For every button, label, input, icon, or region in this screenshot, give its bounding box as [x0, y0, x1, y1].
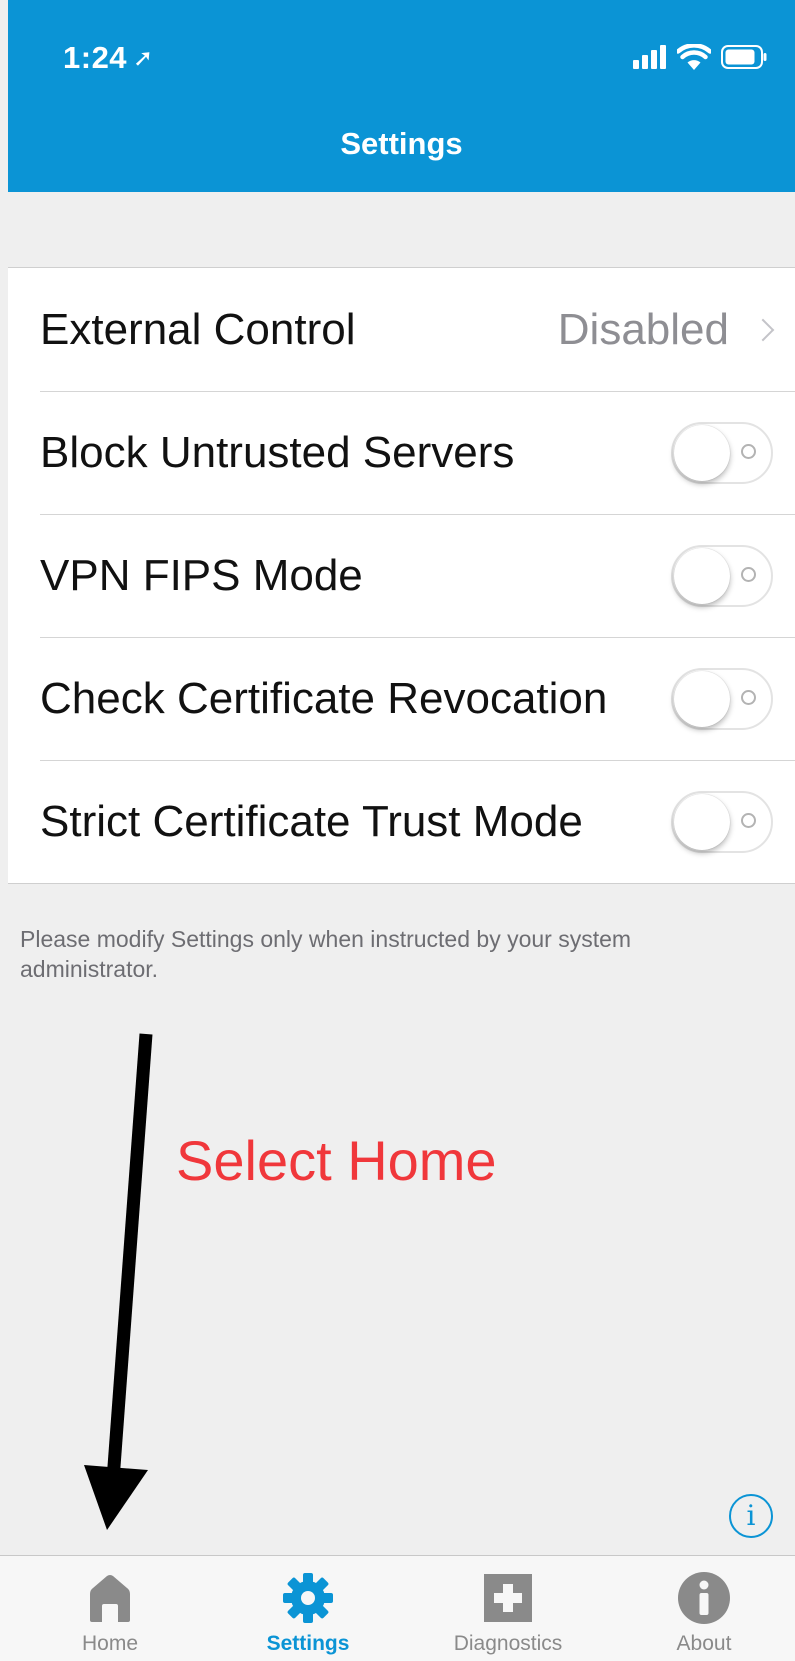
settings-footer-note: Please modify Settings only when instruc…: [20, 926, 632, 982]
toggle-knob: [674, 547, 730, 604]
strict-certificate-trust-mode-toggle[interactable]: [671, 790, 773, 853]
about-info-icon: [678, 1572, 730, 1624]
status-time: 1:24 ➚: [63, 40, 154, 76]
toggle-off-indicator-icon: [741, 689, 756, 705]
setting-label: Block Untrusted Servers: [40, 427, 515, 477]
battery-icon: [721, 45, 767, 69]
setting-vpn-fips-mode: VPN FIPS Mode: [8, 514, 795, 637]
tab-diagnostics[interactable]: Diagnostics: [418, 1556, 598, 1661]
tab-settings[interactable]: Settings: [218, 1556, 398, 1661]
tab-home[interactable]: Home: [20, 1556, 200, 1661]
annotation-instruction: Select Home: [176, 1129, 497, 1192]
tab-about[interactable]: About: [614, 1556, 794, 1661]
toggle-off-indicator-icon: [741, 566, 756, 582]
section-spacer: [8, 192, 795, 268]
status-time-text: 1:24: [63, 40, 128, 75]
setting-external-control[interactable]: External Control Disabled: [8, 268, 795, 391]
navigation-header: 1:24 ➚ Settings: [8, 0, 795, 192]
status-icons: [633, 44, 767, 70]
cellular-signal-icon: [633, 45, 666, 69]
vpn-fips-mode-toggle[interactable]: [671, 544, 773, 607]
gear-icon: [283, 1573, 333, 1623]
setting-check-certificate-revocation: Check Certificate Revocation: [8, 637, 795, 760]
tab-bar: Home Settings Diagnostics About: [0, 1555, 795, 1661]
toggle-off-indicator-icon: [741, 443, 756, 459]
home-icon: [90, 1575, 130, 1622]
location-arrow-icon: ➚: [133, 45, 154, 72]
toggle-off-indicator-icon: [741, 812, 756, 828]
tab-label: Home: [81, 1632, 139, 1655]
phone-screen: 1:24 ➚ Settings External Control Disable…: [0, 0, 795, 1661]
setting-strict-certificate-trust-mode: Strict Certificate Trust Mode: [8, 760, 795, 883]
setting-label: Check Certificate Revocation: [40, 673, 608, 723]
tab-label: Settings: [266, 1632, 350, 1655]
toggle-knob: [674, 670, 730, 727]
setting-label: VPN FIPS Mode: [40, 550, 363, 600]
settings-list: External Control Disabled Block Untruste…: [8, 268, 795, 884]
page-title: Settings: [340, 126, 463, 161]
wifi-icon: [677, 44, 711, 70]
setting-label: External Control: [40, 304, 356, 354]
diagnostics-plus-icon: [484, 1574, 532, 1622]
block-untrusted-servers-toggle[interactable]: [671, 421, 773, 484]
toggle-knob: [674, 793, 730, 850]
check-certificate-revocation-toggle[interactable]: [671, 667, 773, 730]
info-icon[interactable]: i: [729, 1494, 773, 1538]
tab-label: Diagnostics: [453, 1632, 563, 1655]
setting-label: Strict Certificate Trust Mode: [40, 796, 583, 846]
toggle-knob: [674, 424, 730, 481]
setting-value: Disabled: [557, 304, 729, 354]
chevron-right-icon: [751, 318, 775, 341]
setting-block-untrusted-servers: Block Untrusted Servers: [8, 391, 795, 514]
tab-label: About: [676, 1632, 732, 1655]
